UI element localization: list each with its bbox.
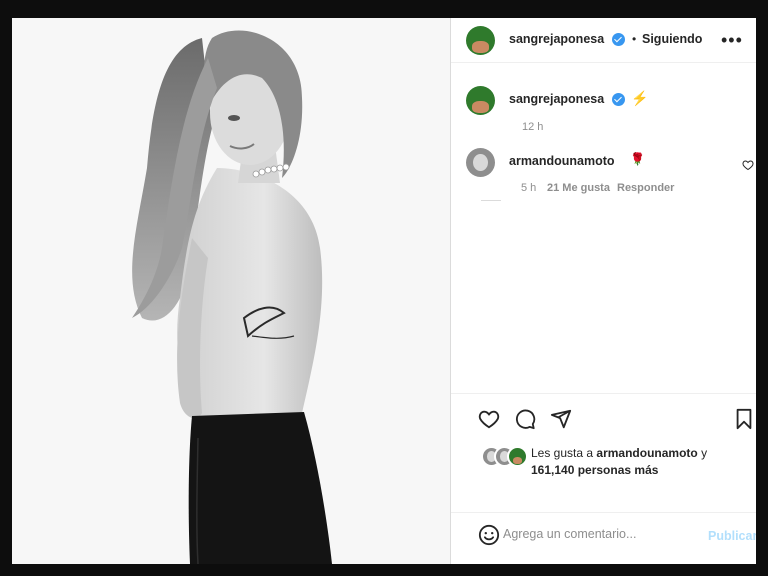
caption-timestamp[interactable]: 12 h bbox=[522, 121, 543, 133]
comment-icon[interactable] bbox=[514, 408, 536, 430]
comment-reply-button[interactable]: Responder bbox=[617, 182, 674, 194]
follow-separator: • bbox=[632, 32, 637, 46]
following-button[interactable]: Siguiendo bbox=[642, 32, 702, 46]
comment-box-divider bbox=[451, 512, 756, 513]
post-header: sangrejaponesa • Siguiendo ••• bbox=[451, 18, 756, 63]
post-side-panel: sangrejaponesa • Siguiendo ••• sangrejap… bbox=[450, 18, 756, 564]
more-horizontal-icon[interactable]: ••• bbox=[721, 31, 743, 49]
commenter-avatar[interactable] bbox=[466, 148, 495, 177]
view-replies-line bbox=[481, 200, 501, 201]
caption-text: ⚡ bbox=[631, 90, 649, 106]
instagram-post-modal: sangrejaponesa • Siguiendo ••• sangrejap… bbox=[12, 18, 756, 564]
likes-user[interactable]: armandounamoto bbox=[596, 446, 697, 460]
post-photo[interactable] bbox=[12, 18, 450, 564]
share-icon[interactable] bbox=[550, 408, 572, 430]
author-avatar[interactable] bbox=[466, 26, 495, 55]
comment-likes-count[interactable]: 21 Me gusta bbox=[547, 182, 610, 194]
caption-author-username[interactable]: sangrejaponesa bbox=[509, 92, 604, 106]
post-photo-illustration bbox=[12, 18, 450, 564]
publish-button[interactable]: Publicar bbox=[708, 529, 756, 543]
liker-avatar-3[interactable] bbox=[507, 446, 528, 467]
comment-heart-icon[interactable] bbox=[742, 159, 754, 171]
heart-icon[interactable] bbox=[478, 408, 500, 430]
likes-prefix: Les gusta a bbox=[531, 446, 597, 460]
likes-summary: Les gusta a armandounamoto y 161,140 per… bbox=[531, 445, 746, 479]
smiley-icon[interactable] bbox=[478, 524, 500, 546]
verified-badge-icon bbox=[612, 33, 625, 46]
likes-middle: y bbox=[697, 446, 708, 460]
actions-divider bbox=[451, 393, 756, 394]
caption-verified-badge-icon bbox=[612, 93, 625, 106]
likes-count[interactable]: 161,140 personas más bbox=[531, 463, 658, 477]
author-username[interactable]: sangrejaponesa bbox=[509, 32, 604, 46]
comment-input[interactable] bbox=[501, 523, 695, 545]
comment-text: 🌹 bbox=[630, 152, 645, 166]
comment-timestamp[interactable]: 5 h bbox=[521, 182, 536, 194]
caption-author-avatar[interactable] bbox=[466, 86, 495, 115]
bookmark-icon[interactable] bbox=[734, 408, 754, 430]
commenter-username[interactable]: armandounamoto bbox=[509, 154, 615, 168]
